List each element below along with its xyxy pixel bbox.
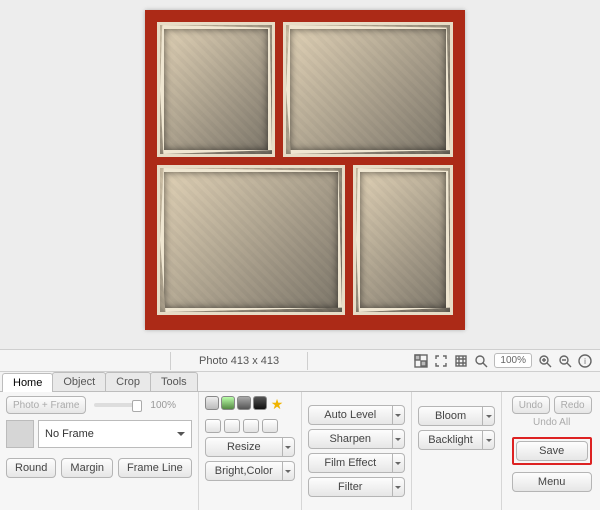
collage-tile[interactable]	[283, 22, 453, 157]
collage-tile[interactable]	[157, 165, 345, 315]
save-button[interactable]: Save	[516, 441, 588, 461]
sharpen-dropdown[interactable]	[393, 429, 405, 449]
tab-object[interactable]: Object	[52, 372, 106, 391]
favorite-icon[interactable]: ★	[271, 396, 284, 413]
frame-thumbnail[interactable]	[6, 420, 34, 448]
frame-opacity-slider[interactable]	[94, 403, 142, 407]
bright-color-dropdown[interactable]	[283, 461, 295, 481]
collage-tile[interactable]	[353, 165, 453, 315]
frame-line-button[interactable]: Frame Line	[118, 458, 192, 478]
auto-level-dropdown[interactable]	[393, 405, 405, 425]
backlight-button[interactable]: Backlight	[418, 430, 484, 450]
rotate-left-icon[interactable]	[205, 419, 221, 433]
tab-crop[interactable]: Crop	[105, 372, 151, 391]
collage-frame[interactable]	[145, 10, 465, 330]
flip-v-icon[interactable]	[262, 419, 278, 433]
svg-text:i: i	[584, 357, 586, 366]
menu-button[interactable]: Menu	[512, 472, 592, 492]
film-effect-button[interactable]: Film Effect	[308, 453, 393, 473]
photo-size-label: Photo 413 x 413	[170, 352, 308, 370]
action-group: Undo Redo Undo All Save Menu	[501, 392, 600, 510]
preset-swatch[interactable]	[221, 396, 235, 410]
bloom-dropdown[interactable]	[483, 406, 494, 426]
bright-color-button[interactable]: Bright,Color	[205, 461, 283, 481]
frame-select[interactable]: No Frame	[38, 420, 192, 448]
sharpen-button[interactable]: Sharpen	[308, 429, 393, 449]
zoom-reset-icon[interactable]	[474, 354, 488, 368]
round-button[interactable]: Round	[6, 458, 56, 478]
home-panel: Photo + Frame 100% No Frame Round Margin…	[0, 392, 600, 510]
frame-opacity-value: 100%	[150, 400, 176, 411]
preset-swatch[interactable]	[237, 396, 251, 410]
filter-dropdown[interactable]	[393, 477, 405, 497]
tab-home[interactable]: Home	[2, 373, 53, 392]
photo-frame-mode-button[interactable]: Photo + Frame	[6, 396, 86, 414]
backlight-dropdown[interactable]	[483, 430, 494, 450]
preset-swatch[interactable]	[205, 396, 219, 410]
tab-tools[interactable]: Tools	[150, 372, 198, 391]
zoom-percent[interactable]: 100%	[494, 353, 532, 368]
filter-button[interactable]: Filter	[308, 477, 393, 497]
preset-swatch[interactable]	[253, 396, 267, 410]
rotate-right-icon[interactable]	[224, 419, 240, 433]
zoom-out-icon[interactable]	[558, 354, 572, 368]
resize-group: ★ Resize Bright,Color	[198, 392, 301, 510]
bloom-button[interactable]: Bloom	[418, 406, 484, 426]
resize-button[interactable]: Resize	[205, 437, 283, 457]
actual-size-icon[interactable]	[454, 354, 468, 368]
undo-all-button[interactable]: Undo All	[533, 417, 570, 428]
resize-dropdown[interactable]	[283, 437, 295, 457]
zoom-in-icon[interactable]	[538, 354, 552, 368]
collage-tile[interactable]	[157, 22, 275, 157]
frame-select-label: No Frame	[45, 428, 94, 440]
frame-group: Photo + Frame 100% No Frame Round Margin…	[0, 392, 198, 510]
status-bar: Photo 413 x 413 100% i	[0, 350, 600, 372]
flip-h-icon[interactable]	[243, 419, 259, 433]
adjust-group-2: Bloom Backlight	[411, 392, 501, 510]
redo-button[interactable]: Redo	[554, 396, 592, 414]
undo-button[interactable]: Undo	[512, 396, 550, 414]
help-icon[interactable]: i	[578, 354, 592, 368]
checker-icon[interactable]	[414, 354, 428, 368]
margin-button[interactable]: Margin	[61, 458, 113, 478]
tab-bar: Home Object Crop Tools	[0, 372, 600, 392]
fit-screen-icon[interactable]	[434, 354, 448, 368]
auto-level-button[interactable]: Auto Level	[308, 405, 393, 425]
adjust-group-1: Auto Level Sharpen Film Effect Filter	[301, 392, 411, 510]
film-effect-dropdown[interactable]	[393, 453, 405, 473]
canvas-stage[interactable]	[0, 0, 600, 350]
